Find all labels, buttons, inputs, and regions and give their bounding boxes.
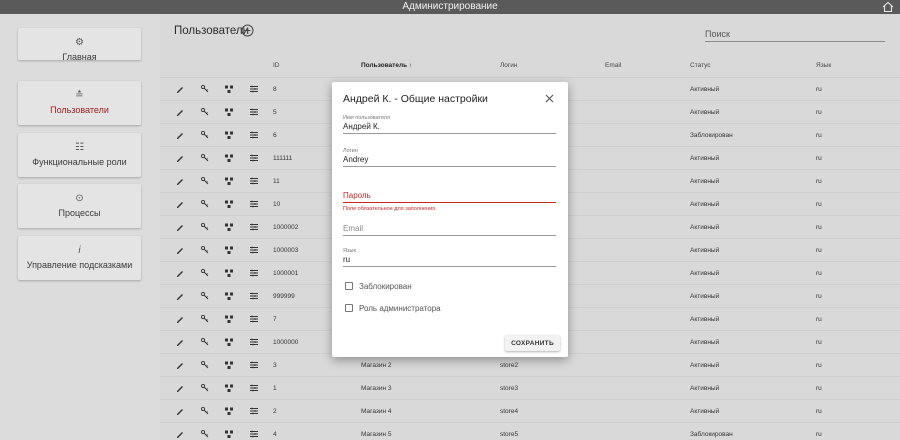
- blocked-checkbox[interactable]: Заблокирован: [345, 282, 412, 291]
- checkbox-box[interactable]: [345, 304, 353, 312]
- close-icon[interactable]: [544, 93, 555, 104]
- password-placeholder[interactable]: Пароль: [343, 191, 556, 200]
- email-field[interactable]: Email: [343, 224, 556, 236]
- language-field[interactable]: Язык ru: [343, 248, 556, 267]
- blocked-label: Заблокирован: [359, 282, 412, 291]
- save-button[interactable]: СОХРАНИТЬ: [505, 335, 560, 351]
- login-label: Логин: [343, 148, 358, 154]
- username-label: Имя пользователя: [343, 115, 391, 121]
- admin-role-checkbox[interactable]: Роль администратора: [345, 304, 441, 313]
- user-settings-dialog: Андрей К. - Общие настройки Имя пользова…: [332, 82, 568, 357]
- username-value[interactable]: Андрей К.: [343, 122, 556, 131]
- password-error: Поле обязательное для заполнения.: [343, 206, 437, 212]
- login-value[interactable]: Andrey: [343, 155, 556, 164]
- email-placeholder[interactable]: Email: [343, 224, 556, 233]
- password-field[interactable]: Пароль Поле обязательное для заполнения.: [343, 191, 556, 212]
- username-field[interactable]: Имя пользователя Андрей К.: [343, 115, 556, 134]
- language-label: Язык: [343, 248, 356, 254]
- language-value[interactable]: ru: [343, 255, 556, 264]
- checkbox-box[interactable]: [345, 282, 353, 290]
- dialog-title: Андрей К. - Общие настройки: [343, 93, 488, 105]
- login-field[interactable]: Логин Andrey: [343, 148, 556, 167]
- admin-role-label: Роль администратора: [359, 304, 441, 313]
